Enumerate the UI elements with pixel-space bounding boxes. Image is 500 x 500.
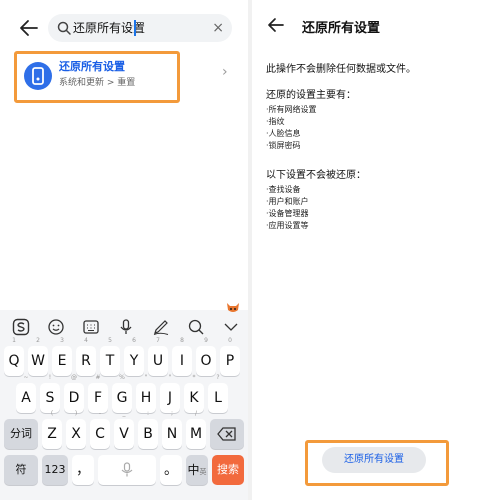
key-h[interactable]: " H [136,374,156,413]
key-i[interactable]: 8I [172,337,192,376]
key-t[interactable]: 5T [100,337,120,376]
collapse-keyboard-icon[interactable] [222,318,240,336]
emoji-icon[interactable] [47,318,65,336]
key-m[interactable]: / M [186,410,206,449]
restore-item: ·人脸信息 [266,129,301,138]
key-f[interactable]: # F [88,374,108,413]
language-switch-key[interactable]: 中英 [186,455,208,485]
comma-key[interactable]: ， [72,455,94,485]
text-cursor [134,20,136,36]
mic-icon [121,462,133,477]
reset-all-settings-button[interactable]: 还原所有设置 [322,447,426,473]
result-subtitle: 系统和更新 > 重置 [59,78,136,88]
key-d[interactable]: @ D [64,374,84,413]
backspace-key[interactable] [210,419,244,449]
key-e[interactable]: 3E [52,337,72,376]
handwriting-icon[interactable] [152,318,170,336]
back-arrow-icon[interactable] [266,15,286,35]
clear-search-icon[interactable]: × [212,18,224,38]
key-n[interactable]: ; N [162,410,182,449]
search-key[interactable]: 搜索 [212,455,244,485]
search-bar[interactable]: 还原所有设置 × [48,14,232,42]
key-p[interactable]: 0P [220,337,240,376]
fox-mascot-icon [227,303,239,312]
restore-item: ·锁屏密码 [266,141,301,150]
key-b[interactable]: :B [138,410,158,449]
keep-item: ·设备管理器 [266,209,309,218]
key-w[interactable]: 2W [28,337,48,376]
number-key[interactable]: 123 [42,455,68,485]
period-key[interactable]: 。 [160,455,182,485]
key-y[interactable]: 6Y [124,337,144,376]
symbol-key[interactable]: 符 [4,455,38,485]
segment-key[interactable]: 分词 [4,419,38,449]
key-a[interactable]: ~ A [16,374,36,413]
keyboard-icon[interactable] [82,318,100,336]
page-title: 还原所有设置 [302,21,381,36]
mic-icon[interactable] [117,318,135,336]
key-v[interactable]: _ V [114,410,134,449]
key-o[interactable]: 9O [196,337,216,376]
back-arrow-icon[interactable] [18,17,40,39]
backspace-icon [217,427,236,441]
keep-item: ·查找设备 [266,185,301,194]
key-q[interactable]: 1Q [4,337,24,376]
search-icon [57,21,71,35]
warning-text: 此操作不会删除任何数据或文件。 [266,64,416,75]
keep-item: ·应用设置等 [266,221,309,230]
key-l[interactable]: ? L [208,374,228,413]
key-x[interactable]: ) X [66,410,86,449]
key-z[interactable]: (Z [42,410,62,449]
restore-item: ·指纹 [266,117,285,126]
restore-heading: 还原的设置主要有： [266,90,356,101]
key-r[interactable]: 4R [76,337,96,376]
reset-settings-screen: 还原所有设置 此操作不会删除任何数据或文件。 还原的设置主要有： ·所有网络设置… [252,0,500,500]
keep-item: ·用户和账户 [266,197,309,206]
restore-item: ·所有网络设置 [266,105,317,114]
s-logo-icon[interactable] [12,318,30,336]
phone-reset-icon [24,62,52,90]
key-s[interactable]: ! S [40,374,60,413]
chevron-right-icon[interactable]: › [222,64,228,80]
search-screen: 还原所有设置 × 还原所有设置 系统和更新 > 重置 › 1 Q 2 W 3 E… [0,0,248,500]
search-icon[interactable] [187,318,205,336]
key-c[interactable]: -C [90,410,110,449]
search-result-item[interactable]: 还原所有设置 系统和更新 > 重置 [14,51,180,103]
key-u[interactable]: 7U [148,337,168,376]
result-title: 还原所有设置 [59,60,125,73]
key-k[interactable]: * K [184,374,204,413]
key-g[interactable]: % G [112,374,132,413]
keep-heading: 以下设置不会被还原： [266,170,366,181]
space-key[interactable] [98,455,156,485]
key-j[interactable]: " J [160,374,180,413]
